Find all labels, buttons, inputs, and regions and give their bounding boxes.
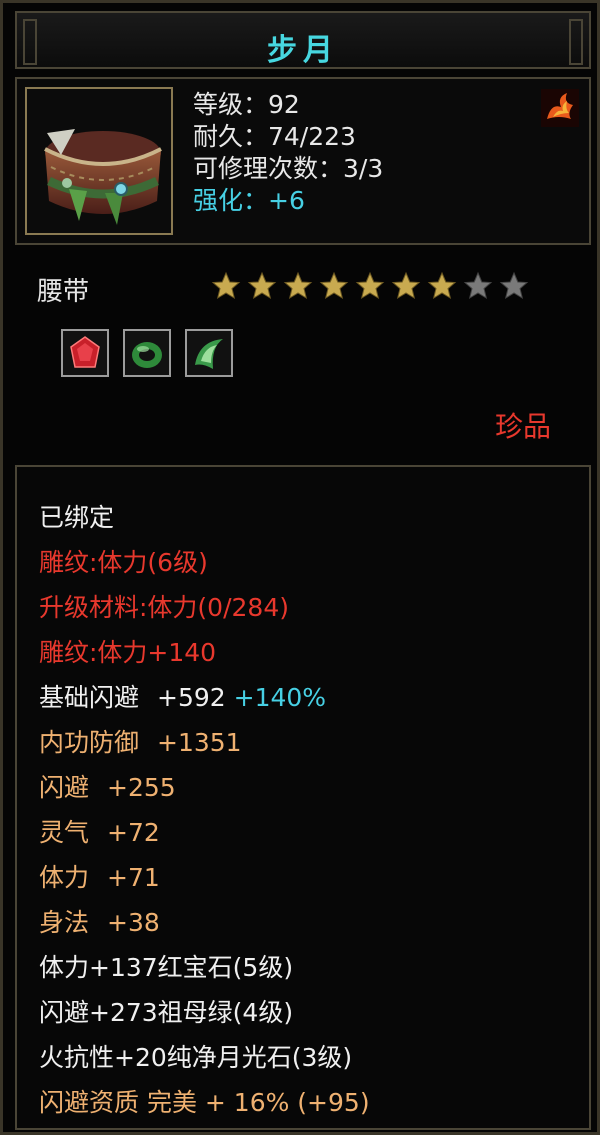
gem-slot-1[interactable] bbox=[61, 329, 109, 377]
item-type: 腰带 bbox=[37, 277, 90, 307]
fire-element-icon bbox=[541, 89, 579, 127]
star-rating bbox=[211, 271, 529, 301]
item-icon bbox=[25, 87, 173, 235]
upgrade-material-line: 升级材料:体力(0/284) bbox=[39, 593, 289, 622]
attributes-panel: 已绑定 雕纹:体力(6级) 升级材料:体力(0/284) 雕纹:体力+140 基… bbox=[15, 465, 591, 1130]
star-filled-icon bbox=[391, 271, 421, 300]
gem-bonus-1: 体力+137红宝石(5级) bbox=[39, 953, 294, 982]
stamina-label: 体力 bbox=[39, 863, 90, 892]
engrave-level-line: 雕纹:体力(6级) bbox=[39, 548, 208, 577]
attributes-list: 已绑定 雕纹:体力(6级) 升级材料:体力(0/284) 雕纹:体力+140 基… bbox=[39, 495, 370, 1125]
aptitude-line: 闪避资质 完美 + 16% (+95) bbox=[39, 1088, 370, 1117]
level-text: 等级：92 bbox=[193, 90, 300, 119]
belt-icon bbox=[44, 129, 162, 225]
gem-slots bbox=[61, 329, 233, 377]
enhance-text: 强化：+6 bbox=[193, 186, 305, 215]
agility-line: 身法 +38 bbox=[39, 900, 370, 945]
gem-slot-2[interactable] bbox=[123, 329, 171, 377]
base-dodge-label: 基础闪避 bbox=[39, 683, 140, 712]
dodge-value: +255 bbox=[107, 773, 176, 802]
item-tooltip: 步月 等级：92 耐久：74/223 可修理次数：3/3 强化：+6 腰带 珍品… bbox=[0, 0, 600, 1135]
spirit-line: 灵气 +72 bbox=[39, 810, 370, 855]
stamina-value: +71 bbox=[107, 863, 160, 892]
engrave-bonus-line: 雕纹:体力+140 bbox=[39, 638, 217, 667]
dodge-line: 闪避 +255 bbox=[39, 765, 370, 810]
star-filled-icon bbox=[319, 271, 349, 300]
star-filled-icon bbox=[355, 271, 385, 300]
star-empty-icon bbox=[499, 271, 529, 300]
base-dodge-line: 基础闪避 +592 +140% bbox=[39, 675, 370, 720]
repair-count-text: 可修理次数：3/3 bbox=[193, 154, 384, 183]
agility-value: +38 bbox=[107, 908, 160, 937]
bound-status: 已绑定 bbox=[39, 503, 115, 532]
inner-defense-label: 内功防御 bbox=[39, 728, 140, 757]
star-filled-icon bbox=[283, 271, 313, 300]
star-filled-icon bbox=[247, 271, 277, 300]
base-dodge-value: +592 bbox=[157, 683, 226, 712]
item-stats: 等级：92 耐久：74/223 可修理次数：3/3 强化：+6 bbox=[193, 89, 383, 217]
info-panel: 等级：92 耐久：74/223 可修理次数：3/3 强化：+6 bbox=[15, 77, 591, 245]
title-bar: 步月 bbox=[15, 11, 591, 69]
gem-slot-3[interactable] bbox=[185, 329, 233, 377]
agility-label: 身法 bbox=[39, 908, 90, 937]
base-dodge-percent: +140% bbox=[233, 683, 327, 712]
spirit-value: +72 bbox=[107, 818, 160, 847]
stamina-line: 体力 +71 bbox=[39, 855, 370, 900]
spirit-label: 灵气 bbox=[39, 818, 90, 847]
ruby-icon bbox=[70, 336, 100, 368]
dodge-label: 闪避 bbox=[39, 773, 90, 802]
moonstone-icon bbox=[195, 339, 223, 369]
item-title: 步月 bbox=[267, 33, 339, 68]
gem-bonus-3: 火抗性+20纯净月光石(3级) bbox=[39, 1043, 353, 1072]
star-filled-icon bbox=[211, 271, 241, 300]
inner-defense-line: 内功防御 +1351 bbox=[39, 720, 370, 765]
emerald-ring-icon bbox=[132, 342, 162, 368]
star-filled-icon bbox=[427, 271, 457, 300]
quality-label: 珍品 bbox=[494, 410, 551, 443]
inner-defense-value: +1351 bbox=[157, 728, 242, 757]
durability-text: 耐久：74/223 bbox=[193, 122, 356, 151]
gem-bonus-2: 闪避+273祖母绿(4级) bbox=[39, 998, 294, 1027]
star-empty-icon bbox=[463, 271, 493, 300]
